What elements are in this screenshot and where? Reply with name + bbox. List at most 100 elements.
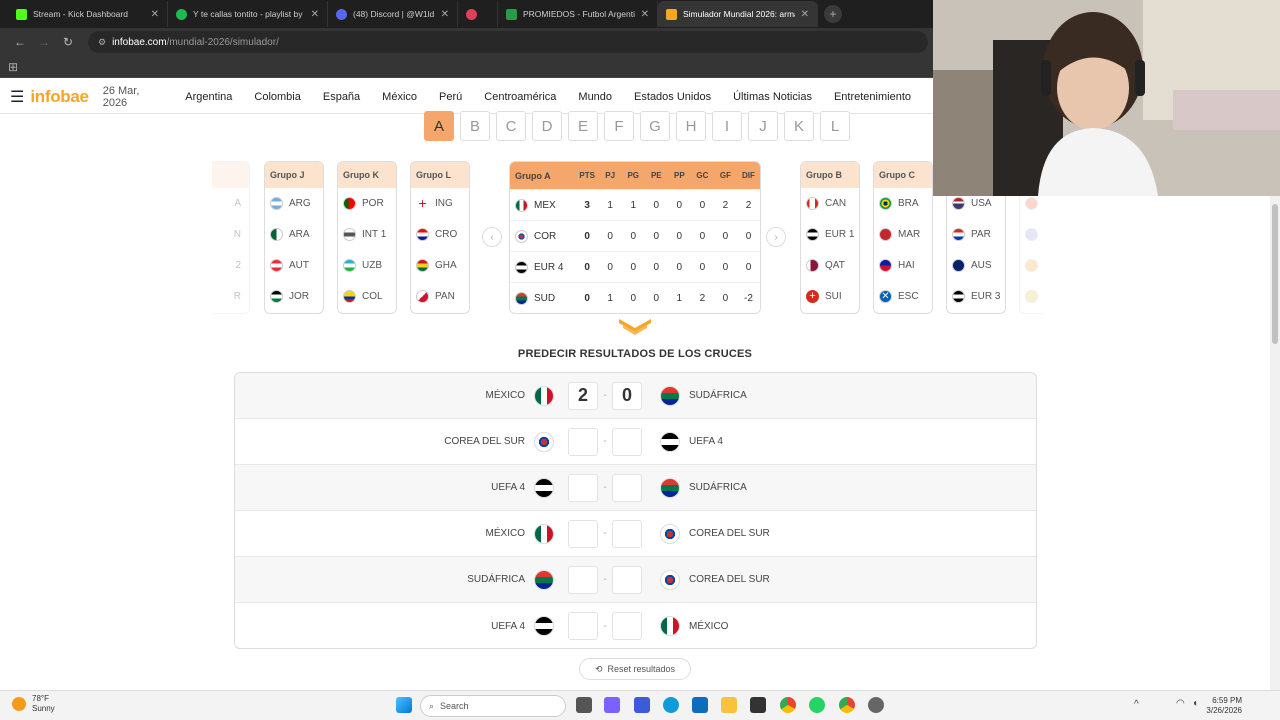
group-letter-h[interactable]: H [676,111,706,141]
nav-link-mexico[interactable]: México [382,91,417,103]
close-icon[interactable]: ✕ [801,9,809,20]
back-icon[interactable]: ← [8,35,32,49]
page-scrollbar[interactable] [1270,196,1280,690]
reload-icon[interactable]: ↻ [56,35,80,49]
group-card-c[interactable]: Grupo C BRA MAR HAI ✕ ESC [873,161,933,314]
flag-mex-icon [515,198,528,212]
site-logo[interactable]: infobae [30,87,89,107]
stat-gf: 0 [722,292,729,304]
browser-tab-spotify[interactable]: Y te callas tontito - playlist by J ✕ [168,1,328,27]
new-tab-button[interactable]: + [824,5,842,23]
group-letter-b[interactable]: B [460,111,490,141]
nav-link-espana[interactable]: España [323,91,360,103]
close-icon[interactable]: ✕ [641,9,649,20]
close-icon[interactable]: ✕ [151,9,159,20]
apps-grid-icon[interactable]: ⊞ [8,60,18,74]
group-card-title: Grupo J [265,162,323,188]
scrollbar-thumb[interactable] [1272,204,1278,344]
wifi-icon[interactable]: ◠ [1176,698,1185,709]
group-card-b[interactable]: Grupo B CAN EUR 1 QAT + SUI [800,161,860,314]
group-card-title: Grupo C [874,162,932,188]
nav-link-colombia[interactable]: Colombia [254,91,300,103]
group-letter-f[interactable]: F [604,111,634,141]
volume-icon[interactable]: ◖ [1192,698,1198,709]
flag-mex-icon [534,385,554,406]
chrome-icon[interactable] [780,697,796,713]
site-info-icon[interactable]: ⚙ [98,37,106,48]
task-view-icon[interactable] [576,697,592,713]
edge-icon[interactable] [663,697,679,713]
away-team-name: SUDÁFRICA [689,390,747,401]
group-letter-a[interactable]: A [424,111,454,141]
group-letter-k[interactable]: K [784,111,814,141]
flag-mex-icon [660,616,680,636]
group-letter-g[interactable]: G [640,111,670,141]
home-score-input[interactable] [568,565,598,594]
group-a-title: Grupo A [515,170,551,181]
reset-results-button[interactable]: ⟲ Reset resultados [579,658,691,680]
home-score-input[interactable] [568,427,598,456]
tray-chevron-icon[interactable]: ^ [1134,699,1139,710]
flag-aut-icon [270,259,283,272]
browser-tab-kick[interactable]: Stream - Kick Dashboard ✕ [8,1,168,27]
chevron-left-icon[interactable]: ‹ [482,227,502,247]
chevron-right-icon[interactable]: › [766,227,786,247]
store-icon[interactable] [750,697,766,713]
windows-start-icon[interactable] [396,697,412,713]
nav-link-estados-unidos[interactable]: Estados Unidos [634,91,711,103]
file-explorer-icon[interactable] [721,697,737,713]
flag-arg-icon [270,197,283,210]
group-letter-l[interactable]: L [820,111,850,141]
close-icon[interactable]: ✕ [311,9,319,20]
app-icon[interactable] [868,697,884,713]
outlook-icon[interactable] [692,697,708,713]
group-letter-i[interactable]: I [712,111,742,141]
stat-pts: 3 [584,199,590,211]
home-score-input[interactable]: 2 [568,381,598,410]
copilot-icon[interactable] [604,697,620,713]
away-score-input[interactable] [612,519,642,548]
group-letter-d[interactable]: D [532,111,562,141]
close-icon[interactable]: ✕ [441,9,449,20]
team-row: CAN [801,188,859,219]
home-score-input[interactable] [568,519,598,548]
away-score-input[interactable]: 0 [612,381,642,410]
group-letter-c[interactable]: C [496,111,526,141]
away-team-name: SUDÁFRICA [689,482,747,493]
app-icon[interactable] [634,697,650,713]
group-card-partial-left[interactable]: A N 2 R [212,161,250,314]
system-clock[interactable]: 6:59 PM 3/26/2026 [1206,696,1242,716]
group-letter-j[interactable]: J [748,111,778,141]
nav-link-mundo[interactable]: Mundo [578,91,612,103]
home-score-input[interactable] [568,612,598,640]
url-input[interactable]: ⚙ infobae.com/mundial-2026/simulador/ [88,31,928,53]
browser-tab-simulador[interactable]: Simulador Mundial 2026: armá ✕ [658,1,818,27]
browser-tab-discord[interactable]: (48) Discord | @W1ld ✕ [328,1,458,27]
taskbar-search[interactable]: ⌕ Search [420,695,566,717]
nav-link-argentina[interactable]: Argentina [185,91,232,103]
group-letter-e[interactable]: E [568,111,598,141]
chrome-active-icon[interactable] [839,697,855,713]
expand-chevron-icon[interactable] [619,319,651,335]
away-score-input[interactable] [612,427,642,456]
stat-pp: 0 [676,261,683,273]
group-card-k[interactable]: Grupo K POR INT 1 UZB COL [337,161,397,314]
away-score-input[interactable] [612,473,642,502]
browser-tab-promiedos[interactable]: PROMIEDOS - Futbol Argentin ✕ [498,1,658,27]
whatsapp-icon[interactable] [809,697,825,713]
nav-link-centroamerica[interactable]: Centroamérica [484,91,556,103]
home-score-input[interactable] [568,473,598,502]
forward-icon[interactable]: → [32,35,56,49]
menu-search-icon[interactable]: ☰ [10,87,24,107]
flag-uzb-icon [343,259,356,272]
group-card-j[interactable]: Grupo J ARG ARA AUT JOR [264,161,324,314]
nav-link-ultimas-noticias[interactable]: Últimas Noticias [733,91,812,103]
stat-gc: 0 [699,199,706,211]
group-card-l[interactable]: Grupo L + ING CRO GHA PAN [410,161,470,314]
nav-link-peru[interactable]: Perú [439,91,462,103]
away-score-input[interactable] [612,612,642,640]
browser-tab-pinned[interactable] [458,1,498,27]
away-score-input[interactable] [612,565,642,594]
weather-widget[interactable]: 78°F Sunny [12,694,55,714]
nav-link-entretenimiento[interactable]: Entretenimiento [834,91,911,103]
